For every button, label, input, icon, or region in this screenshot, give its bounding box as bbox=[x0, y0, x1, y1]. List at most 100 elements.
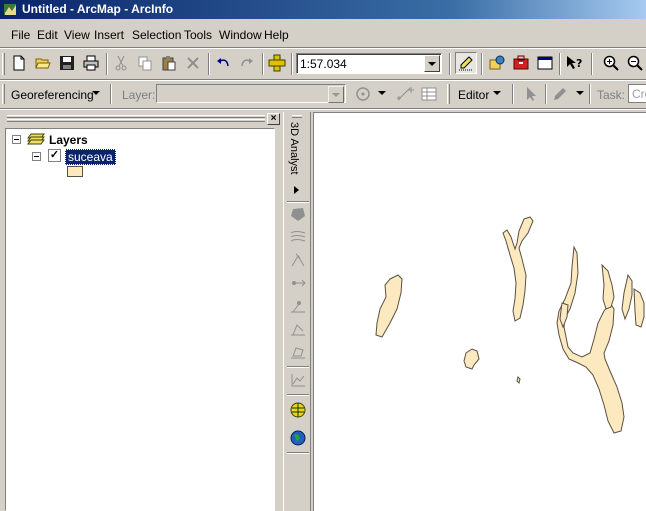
redo-icon[interactable] bbox=[236, 52, 258, 74]
zoom-out-icon[interactable] bbox=[624, 52, 646, 74]
copy-icon[interactable] bbox=[134, 52, 156, 74]
menu-tools[interactable]: Tools bbox=[184, 28, 212, 42]
toolbar-separator bbox=[0, 47, 646, 49]
sketch-tool-icon[interactable] bbox=[549, 83, 571, 105]
polygon-feature bbox=[601, 263, 615, 310]
georeferencing-menu[interactable]: Georeferencing bbox=[11, 88, 94, 102]
svg-text:?: ? bbox=[576, 57, 582, 70]
whats-this-help-icon[interactable]: ? bbox=[563, 52, 585, 74]
close-icon[interactable]: × bbox=[267, 113, 280, 125]
steepest-path-icon[interactable] bbox=[287, 250, 309, 270]
suceava-polygons bbox=[375, 216, 645, 434]
interpolate-line-icon[interactable] bbox=[287, 319, 309, 339]
chevron-down-icon bbox=[332, 92, 340, 97]
map-scale-combo[interactable]: 1:57.034 bbox=[296, 53, 442, 74]
arcglobe-icon[interactable] bbox=[287, 428, 309, 448]
rotate-icon[interactable] bbox=[352, 83, 374, 105]
toolbar-separator bbox=[291, 53, 293, 75]
editor-toolbar-toggle-icon[interactable] bbox=[455, 52, 477, 74]
add-control-points-icon[interactable] bbox=[394, 83, 416, 105]
table-of-contents: × Layers ✓ suceava bbox=[5, 112, 281, 511]
toolbar-grip[interactable] bbox=[447, 84, 450, 104]
layers-root-label[interactable]: Layers bbox=[49, 133, 88, 147]
map-view[interactable] bbox=[313, 112, 646, 511]
layer-dropdown-button[interactable] bbox=[328, 86, 344, 103]
toolbar-separator bbox=[106, 53, 108, 75]
toc-tree: Layers ✓ suceava bbox=[5, 128, 275, 511]
chevron-down-icon bbox=[92, 91, 100, 95]
toolbar-separator bbox=[449, 53, 451, 75]
collapse-layers-icon[interactable] bbox=[12, 135, 21, 144]
toolbar-separator bbox=[512, 84, 514, 104]
line-of-sight-icon[interactable] bbox=[287, 273, 309, 293]
print-icon[interactable] bbox=[80, 52, 102, 74]
menu-insert[interactable]: Insert bbox=[94, 28, 124, 42]
delete-icon[interactable] bbox=[182, 52, 204, 74]
chevron-down-icon bbox=[428, 61, 436, 66]
arcmap-app-icon bbox=[4, 4, 16, 15]
add-data-icon[interactable] bbox=[266, 52, 288, 74]
polygon-feature bbox=[556, 245, 625, 434]
command-line-icon[interactable] bbox=[534, 52, 556, 74]
layer-label: Layer: bbox=[122, 88, 156, 102]
menu-view[interactable]: View bbox=[64, 28, 90, 42]
toc-grip[interactable] bbox=[7, 115, 265, 118]
layer-name[interactable]: suceava bbox=[65, 149, 116, 165]
3d-analyst-title: 3D Analyst bbox=[288, 122, 300, 175]
interpolate-point-icon[interactable] bbox=[287, 296, 309, 316]
menu-edit[interactable]: Edit bbox=[37, 28, 58, 42]
undo-icon[interactable] bbox=[212, 52, 234, 74]
collapse-layer-icon[interactable] bbox=[32, 152, 41, 161]
contour-icon[interactable] bbox=[287, 227, 309, 247]
interpolate-polygon-icon[interactable] bbox=[287, 342, 309, 362]
menu-file[interactable]: File bbox=[11, 28, 30, 42]
polygon-feature bbox=[621, 273, 633, 321]
chevron-down-icon[interactable] bbox=[294, 186, 299, 194]
open-folder-icon[interactable] bbox=[32, 52, 54, 74]
toolbar-separator bbox=[481, 53, 483, 75]
polygon-feature bbox=[633, 288, 645, 328]
toc-title-bar[interactable]: × bbox=[5, 112, 281, 127]
layers-icon bbox=[27, 133, 45, 145]
editor-label: Editor bbox=[458, 88, 490, 102]
menu-window[interactable]: Window bbox=[219, 28, 262, 42]
layer-select[interactable] bbox=[156, 84, 346, 103]
menu-help[interactable]: Help bbox=[264, 28, 289, 42]
toolbar-separator bbox=[262, 53, 264, 75]
paste-icon[interactable] bbox=[158, 52, 180, 74]
cut-icon[interactable] bbox=[110, 52, 132, 74]
georeferencing-label: Georeferencing bbox=[11, 88, 94, 102]
toolbar-grip[interactable] bbox=[292, 115, 302, 118]
layer-symbol-swatch[interactable] bbox=[67, 166, 83, 177]
polygon-feature bbox=[516, 376, 521, 384]
toolbar-grip[interactable] bbox=[2, 53, 5, 75]
chevron-down-icon bbox=[378, 91, 386, 95]
scale-dropdown-button[interactable] bbox=[424, 55, 440, 72]
title-bar[interactable]: Untitled - ArcMap - ArcInfo bbox=[0, 0, 646, 19]
arccatalog-icon[interactable] bbox=[486, 52, 508, 74]
layer-visibility-checkbox[interactable]: ✓ bbox=[48, 149, 61, 162]
toolbar-separator bbox=[287, 394, 309, 396]
arcscene-icon[interactable] bbox=[287, 400, 309, 420]
toolbar-grip[interactable] bbox=[2, 84, 5, 104]
chevron-down-icon bbox=[576, 91, 584, 95]
create-profile-graph-icon[interactable] bbox=[287, 370, 309, 390]
save-icon[interactable] bbox=[56, 52, 78, 74]
edit-tool-icon[interactable] bbox=[520, 83, 542, 105]
toolbar-separator bbox=[545, 84, 547, 104]
toolbar-separator bbox=[589, 84, 591, 104]
zoom-in-icon[interactable] bbox=[600, 52, 622, 74]
toolbar-separator bbox=[559, 53, 561, 75]
chevron-down-icon bbox=[493, 91, 501, 95]
task-select[interactable]: Cre bbox=[628, 84, 646, 103]
editor-menu[interactable]: Editor bbox=[458, 88, 489, 102]
task-label: Task: bbox=[597, 88, 626, 102]
task-select-value: Cre bbox=[632, 87, 646, 101]
toc-grip[interactable] bbox=[7, 119, 265, 122]
new-document-icon[interactable] bbox=[8, 52, 30, 74]
menu-selection[interactable]: Selection bbox=[132, 28, 181, 42]
window-title: Untitled - ArcMap - ArcInfo bbox=[22, 2, 174, 16]
create-tin-icon[interactable] bbox=[287, 204, 309, 224]
link-table-icon[interactable] bbox=[418, 83, 440, 105]
arctoolbox-icon[interactable] bbox=[510, 52, 532, 74]
